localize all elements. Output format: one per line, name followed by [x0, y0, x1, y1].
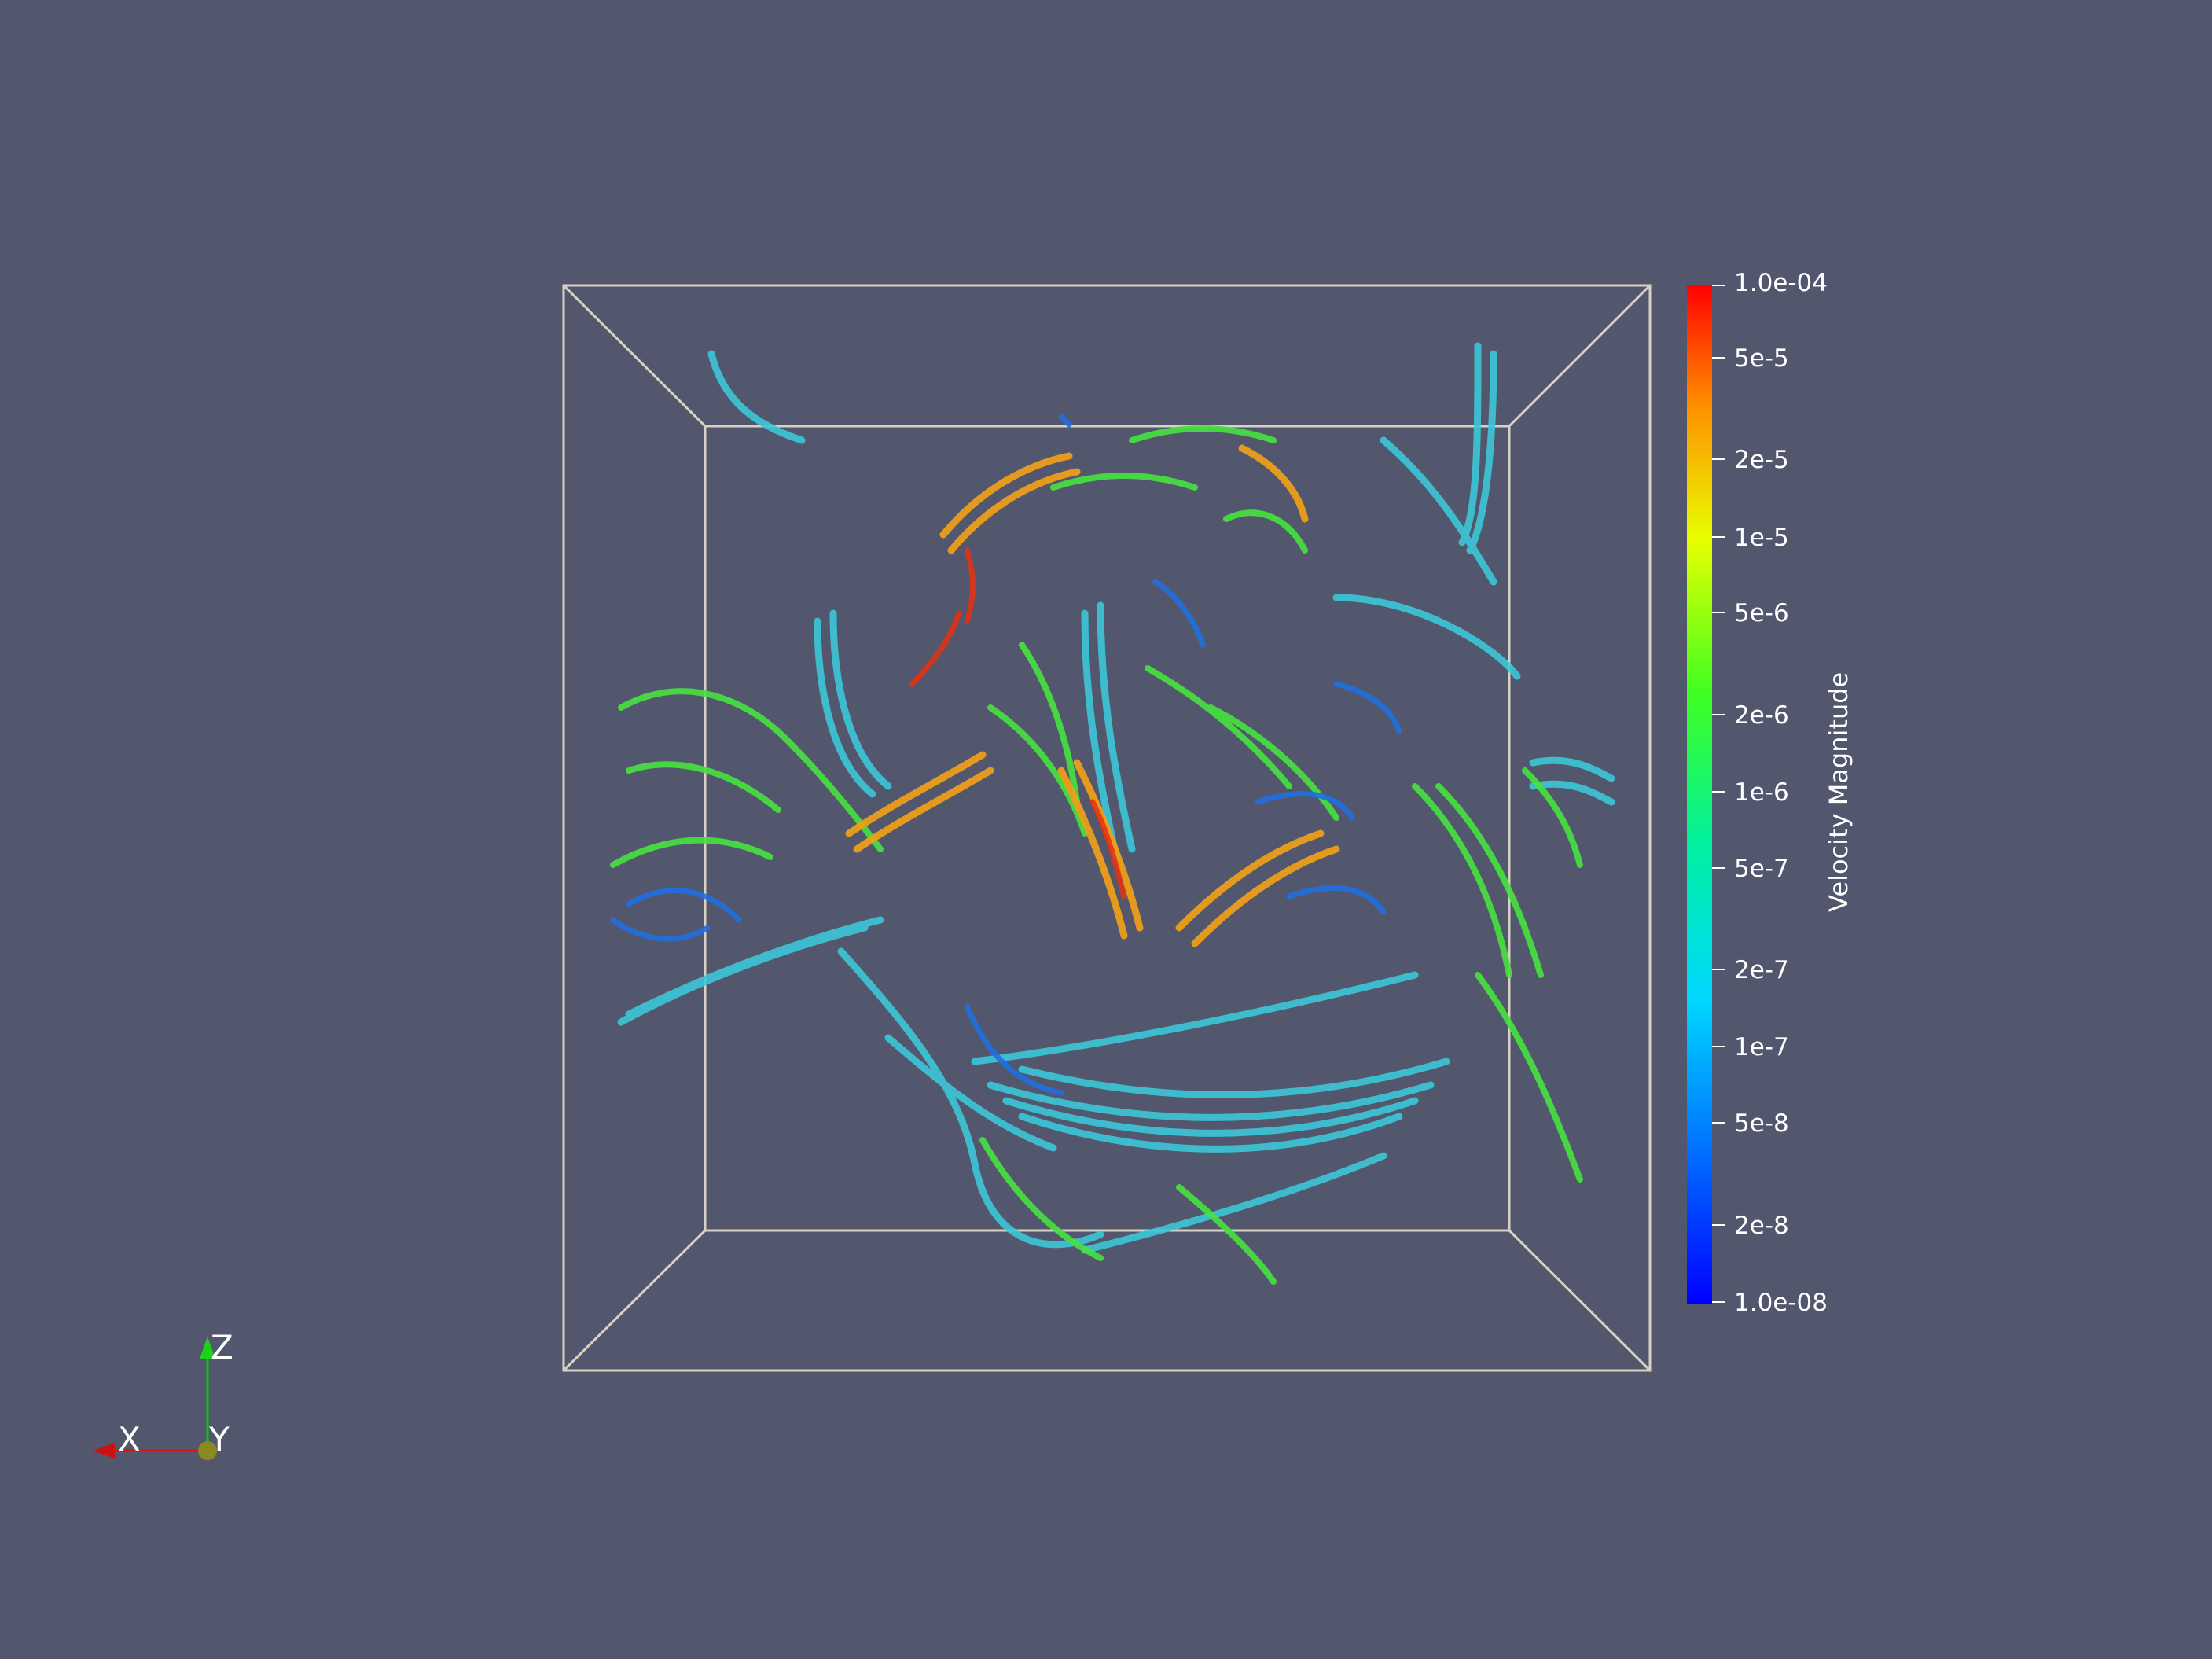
streamlines — [610, 342, 1615, 1285]
scalar-bar-label: 5e-8 — [1734, 1109, 1789, 1138]
scalar-bar-ticks — [1712, 285, 1725, 1303]
scalar-bar-gradient — [1687, 285, 1712, 1304]
streamline-bundle-cyan — [617, 342, 1615, 1254]
scalar-bar-label: 1e-7 — [1734, 1033, 1789, 1061]
x-axis-label: X — [118, 1420, 141, 1459]
scalar-bar-label: 2e-7 — [1734, 956, 1789, 984]
scalar-bar-title: Velocity Magnitude — [1824, 672, 1854, 912]
scalar-bar: 1.0e-04 5e-5 2e-5 1e-5 5e-6 2e-6 1e-6 5e… — [1687, 269, 1854, 1317]
x-axis-arrow — [93, 1443, 115, 1459]
scalar-bar-label: 2e-5 — [1734, 446, 1789, 474]
scalar-bar-label: 5e-5 — [1734, 344, 1789, 373]
scalar-bar-label: 5e-7 — [1734, 855, 1789, 883]
y-axis-label: Y — [208, 1420, 230, 1459]
scalar-bar-label: 2e-8 — [1734, 1212, 1789, 1240]
scalar-bar-label: 2e-6 — [1734, 701, 1789, 730]
orientation-axes[interactable]: Z X Y — [93, 1328, 233, 1460]
render-viewport[interactable]: 1.0e-04 5e-5 2e-5 1e-5 5e-6 2e-6 1e-6 5e… — [0, 0, 2212, 1659]
scalar-bar-label: 1e-6 — [1734, 778, 1789, 807]
z-axis-label: Z — [211, 1328, 233, 1367]
scalar-bar-label: 1e-5 — [1734, 524, 1789, 552]
scalar-bar-label: 5e-6 — [1734, 599, 1789, 627]
scalar-bar-label-min: 1.0e-08 — [1734, 1289, 1828, 1317]
scalar-bar-label-max: 1.0e-04 — [1734, 269, 1828, 297]
streamline-bundle-warm — [845, 444, 1340, 947]
